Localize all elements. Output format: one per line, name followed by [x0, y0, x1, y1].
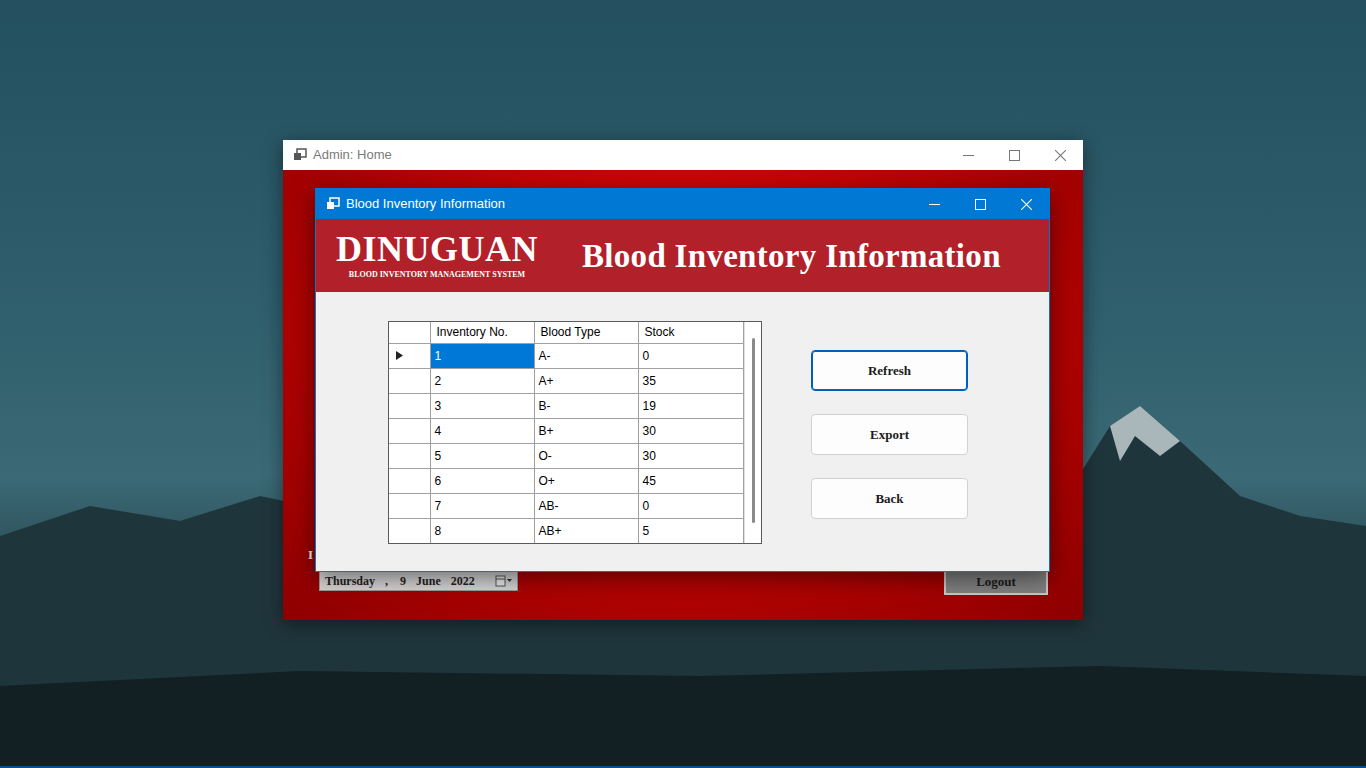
dialog-body: Inventory No.Blood TypeStock 1A-02A+353B… [316, 292, 1049, 571]
minimize-button[interactable] [911, 189, 957, 219]
table-cell[interactable]: O- [534, 443, 638, 468]
table-cell[interactable]: B- [534, 393, 638, 418]
table-row[interactable]: 6O+45 [389, 468, 743, 493]
date-part[interactable]: 2022 [451, 572, 475, 590]
table-row[interactable]: 4B+30 [389, 418, 743, 443]
date-part[interactable]: June [416, 572, 441, 590]
table-cell[interactable]: 3 [430, 393, 534, 418]
date-part[interactable]: , [385, 572, 388, 590]
page-heading: Blood Inventory Information [582, 236, 1001, 276]
table-cell[interactable]: 19 [638, 393, 743, 418]
date-part[interactable]: 9 [400, 572, 406, 590]
maximize-button[interactable] [957, 189, 1003, 219]
refresh-button[interactable]: Refresh [811, 350, 968, 391]
row-header[interactable] [389, 418, 430, 443]
desktop: Admin: Home I Thursday,9June2022 Logout … [0, 0, 1366, 768]
table-row[interactable]: 1A-0 [389, 343, 743, 368]
row-header[interactable] [389, 443, 430, 468]
row-header[interactable] [389, 368, 430, 393]
table-row[interactable]: 3B-19 [389, 393, 743, 418]
export-button[interactable]: Export [811, 414, 968, 455]
date-part[interactable]: Thursday [325, 572, 375, 590]
minimize-icon [929, 199, 940, 210]
table-cell[interactable]: 1 [430, 343, 534, 368]
table-row[interactable]: 8AB+5 [389, 518, 743, 543]
title-bar: Admin: Home [283, 140, 1083, 170]
column-header[interactable]: Blood Type [534, 322, 638, 343]
row-header[interactable] [389, 393, 430, 418]
table-cell[interactable]: AB+ [534, 518, 638, 543]
app-icon [293, 148, 307, 162]
table-cell[interactable]: A+ [534, 368, 638, 393]
date-picker[interactable]: Thursday, 9 June 2022 [319, 571, 518, 591]
button-column: Refresh Export Back [811, 321, 968, 519]
row-header-corner [389, 322, 430, 343]
close-icon [1055, 150, 1066, 161]
row-header[interactable] [389, 468, 430, 493]
title-bar: Blood Inventory Information [316, 189, 1049, 219]
vertical-scrollbar[interactable] [744, 322, 762, 543]
maximize-icon [975, 199, 986, 210]
current-row-icon [396, 351, 403, 360]
table-cell[interactable]: A- [534, 343, 638, 368]
column-header[interactable]: Stock [638, 322, 743, 343]
calendar-dropdown-icon [495, 575, 513, 587]
logo: DINUGUAN BLOOD INVENTORY MANAGEMENT SYST… [336, 231, 538, 280]
back-button[interactable]: Back [811, 478, 968, 519]
table-cell[interactable]: 4 [430, 418, 534, 443]
blood-inventory-window: Blood Inventory Information DINUGUAN BLO… [315, 188, 1050, 572]
table-cell[interactable]: 5 [430, 443, 534, 468]
maximize-icon [1009, 150, 1020, 161]
table-cell[interactable]: AB- [534, 493, 638, 518]
maximize-button[interactable] [991, 140, 1037, 170]
table-cell[interactable]: O+ [534, 468, 638, 493]
table-row[interactable]: 7AB-0 [389, 493, 743, 518]
table-cell[interactable]: 0 [638, 343, 743, 368]
close-icon [1021, 199, 1032, 210]
inventory-table: Inventory No.Blood TypeStock 1A-02A+353B… [389, 322, 744, 544]
logo-subtitle: BLOOD INVENTORY MANAGEMENT SYSTEM [349, 270, 525, 280]
table-row[interactable]: 2A+35 [389, 368, 743, 393]
table-cell[interactable]: 5 [638, 518, 743, 543]
close-button[interactable] [1003, 189, 1049, 219]
table-cell[interactable]: 45 [638, 468, 743, 493]
header-banner: DINUGUAN BLOOD INVENTORY MANAGEMENT SYST… [316, 219, 1049, 292]
table-cell[interactable]: 2 [430, 368, 534, 393]
minimize-icon [963, 150, 974, 161]
row-header[interactable] [389, 343, 430, 368]
table-cell[interactable]: 0 [638, 493, 743, 518]
table-cell[interactable]: 8 [430, 518, 534, 543]
table-row[interactable]: 5O-30 [389, 443, 743, 468]
logo-text: DINUGUAN [336, 231, 538, 267]
table-cell[interactable]: 30 [638, 443, 743, 468]
table-cell[interactable]: B+ [534, 418, 638, 443]
column-header[interactable]: Inventory No. [430, 322, 534, 343]
table-cell[interactable]: 35 [638, 368, 743, 393]
row-header[interactable] [389, 518, 430, 543]
table-cell[interactable]: 7 [430, 493, 534, 518]
window-title: Blood Inventory Information [346, 194, 911, 214]
row-header[interactable] [389, 493, 430, 518]
minimize-button[interactable] [945, 140, 991, 170]
close-button[interactable] [1037, 140, 1083, 170]
table-cell[interactable]: 30 [638, 418, 743, 443]
inventory-grid: Inventory No.Blood TypeStock 1A-02A+353B… [388, 321, 762, 544]
table-cell[interactable]: 6 [430, 468, 534, 493]
app-icon [326, 197, 340, 211]
scroll-thumb[interactable] [752, 338, 755, 523]
window-title: Admin: Home [313, 145, 945, 165]
